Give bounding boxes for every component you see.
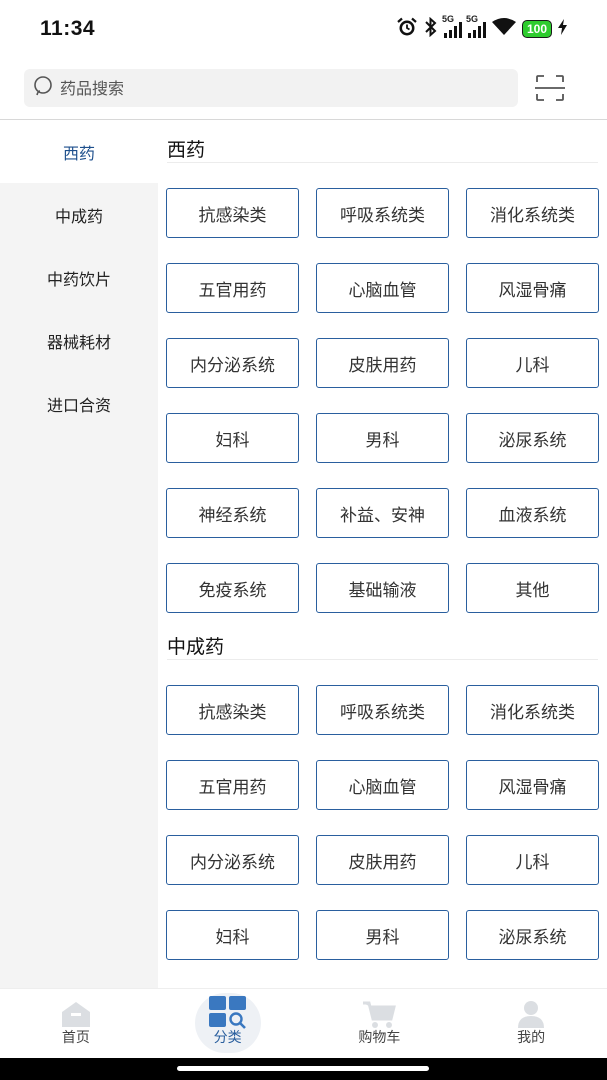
category-button[interactable]: 男科	[316, 413, 449, 463]
category-button[interactable]: 妇科	[166, 413, 299, 463]
category-sidebar: 西药 中成药 中药饮片 器械耗材 进口合资	[0, 120, 158, 988]
category-button[interactable]: 神经系统	[166, 488, 299, 538]
scan-icon	[533, 75, 567, 108]
category-button[interactable]: 抗感染类	[166, 188, 299, 238]
sidebar-item-label: 进口合资	[46, 395, 111, 415]
category-button[interactable]: 血液系统	[466, 488, 599, 538]
nav-category[interactable]: 分类	[152, 989, 304, 1058]
nav-profile[interactable]: 我的	[455, 989, 607, 1058]
sidebar-item-imported[interactable]: 进口合资	[0, 372, 158, 435]
category-button[interactable]: 风湿骨痛	[466, 263, 599, 313]
signal-icon: 5G	[466, 14, 486, 38]
category-button[interactable]: 皮肤用药	[316, 835, 449, 885]
status-bar: 11:34 5G 5G 100	[0, 0, 607, 58]
category-button[interactable]: 心脑血管	[316, 760, 449, 810]
battery-icon: 100	[521, 20, 552, 38]
category-button[interactable]: 呼吸系统类	[316, 685, 449, 735]
category-button[interactable]: 补益、安神	[316, 488, 449, 538]
bluetooth-icon	[424, 16, 438, 41]
sidebar-item-label: 中药饮片	[46, 269, 111, 289]
category-button[interactable]: 皮肤用药	[316, 338, 449, 388]
category-content[interactable]: 西药 抗感染类 呼吸系统类 消化系统类 五官用药 心脑血管 风湿骨痛 内分泌系统…	[158, 120, 607, 988]
category-button[interactable]: 抗感染类	[166, 685, 299, 735]
category-button[interactable]: 消化系统类	[466, 685, 599, 735]
sidebar-item-medical-devices[interactable]: 器械耗材	[0, 309, 158, 372]
sidebar-item-chinese-patent-medicine[interactable]: 中成药	[0, 183, 158, 246]
sidebar-item-western-medicine[interactable]: 西药	[0, 120, 158, 183]
signal-icon: 5G	[442, 14, 462, 38]
charging-icon	[558, 19, 567, 39]
cart-icon	[361, 999, 397, 1033]
profile-icon	[513, 999, 549, 1033]
network-type-label: 5G	[441, 14, 454, 24]
category-button[interactable]: 妇科	[166, 910, 299, 960]
home-gesture-handle[interactable]	[177, 1066, 429, 1071]
category-button[interactable]: 泌尿系统	[466, 910, 599, 960]
category-button[interactable]: 免疫系统	[166, 563, 299, 613]
nav-cart[interactable]: 购物车	[304, 989, 456, 1058]
section-divider	[167, 162, 598, 163]
category-grid: 抗感染类 呼吸系统类 消化系统类 五官用药 心脑血管 风湿骨痛 内分泌系统 皮肤…	[166, 188, 599, 613]
category-button[interactable]: 基础输液	[316, 563, 449, 613]
status-time: 11:34	[40, 17, 96, 40]
sidebar-item-herbal-pieces[interactable]: 中药饮片	[0, 246, 158, 309]
scan-button[interactable]	[533, 72, 567, 104]
category-button[interactable]: 男科	[316, 910, 449, 960]
network-type-label: 5G	[465, 14, 478, 24]
category-button[interactable]: 风湿骨痛	[466, 760, 599, 810]
category-button[interactable]: 泌尿系统	[466, 413, 599, 463]
section-title: 中成药	[167, 636, 225, 658]
sidebar-item-label: 西药	[62, 143, 95, 163]
nav-label: 分类	[213, 1030, 242, 1046]
sidebar-item-label: 器械耗材	[46, 332, 111, 352]
category-button[interactable]: 内分泌系统	[166, 338, 299, 388]
category-button[interactable]: 五官用药	[166, 263, 299, 313]
alarm-icon	[396, 17, 418, 41]
category-button[interactable]: 心脑血管	[316, 263, 449, 313]
search-bar[interactable]	[24, 69, 518, 107]
category-button[interactable]: 五官用药	[166, 760, 299, 810]
sidebar-item-label: 中成药	[54, 206, 103, 226]
nav-home[interactable]: 首页	[0, 989, 152, 1058]
wifi-icon	[491, 18, 516, 40]
home-icon	[58, 999, 94, 1033]
bottom-nav: 首页 分类 购物车 我的	[0, 988, 607, 1058]
section-divider	[167, 659, 598, 660]
section-title: 西药	[167, 139, 206, 161]
category-button[interactable]: 儿科	[466, 835, 599, 885]
category-button[interactable]: 内分泌系统	[166, 835, 299, 885]
search-icon	[32, 74, 56, 102]
category-button[interactable]: 其他	[466, 563, 599, 613]
category-button[interactable]: 消化系统类	[466, 188, 599, 238]
category-grid: 抗感染类 呼吸系统类 消化系统类 五官用药 心脑血管 风湿骨痛 内分泌系统 皮肤…	[166, 685, 599, 960]
category-button[interactable]: 儿科	[466, 338, 599, 388]
category-button[interactable]: 呼吸系统类	[316, 188, 449, 238]
status-icons: 5G 5G 100	[396, 14, 567, 41]
search-input[interactable]	[60, 78, 480, 98]
